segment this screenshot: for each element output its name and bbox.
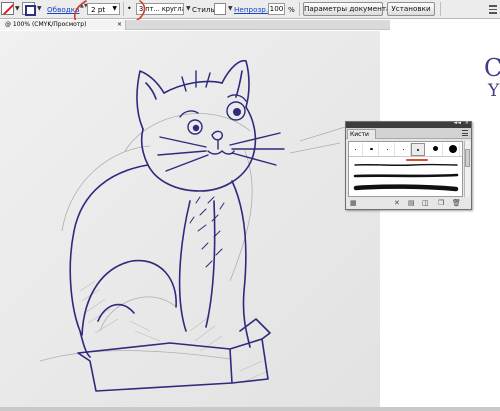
stroke-color-swatch[interactable] — [22, 2, 36, 16]
handwritten-letter: Y — [488, 81, 500, 101]
tab-brushes-label: Кисти — [350, 131, 369, 138]
preferences-button[interactable]: Установки — [387, 2, 435, 16]
brush-preset-4pt[interactable] — [397, 143, 411, 156]
brush-options-icon[interactable]: ▤ — [408, 199, 415, 207]
illustrator-window: ▼ ▼ Обводка ▲▼ 2 pt ▼ • 3 пт... круглая … — [0, 0, 500, 411]
cat-drawing — [0, 31, 380, 407]
workspace-background — [380, 31, 500, 407]
brush-presets-row — [349, 142, 462, 161]
document-tab-label: @ 100% (CMYK/Просмотр) — [5, 21, 87, 28]
brush-preset-2pt[interactable] — [365, 143, 379, 156]
brush-dropdown-arrow-icon[interactable]: ▼ — [186, 5, 191, 12]
brush-preset-6pt[interactable] — [429, 143, 443, 156]
brush-libraries-icon[interactable]: ▦ — [350, 199, 357, 207]
document-tab-bar: @ 100% (CMYK/Просмотр) × — [0, 20, 390, 30]
style-dropdown-arrow-icon[interactable]: ▼ — [228, 5, 233, 12]
stroke-options-icon[interactable]: ◫ — [422, 199, 429, 207]
panel-tab-row: Кисти — [346, 128, 471, 139]
fill-dropdown-arrow-icon[interactable]: ▼ — [15, 5, 20, 12]
stroke-dropdown-arrow-icon[interactable]: ▼ — [37, 5, 42, 12]
graphic-style-swatch[interactable] — [214, 3, 226, 15]
tab-brushes[interactable]: Кисти — [347, 129, 376, 139]
panel-footer: ▦ ✕ ▤ ◫ ❐ 🗑 — [346, 198, 471, 209]
remove-brush-stroke-icon[interactable]: ✕ — [394, 199, 400, 207]
new-brush-icon[interactable]: ❐ — [438, 199, 444, 207]
brush-preset-7pt[interactable] — [446, 143, 460, 156]
separator — [299, 2, 300, 16]
brushes-panel: ◄◄ × Кисти ▦ ✕ ▤ ◫ ❐ 🗑 — [345, 120, 472, 210]
collapse-panel-icon[interactable]: ◄◄ — [453, 120, 461, 126]
brush-preset-3pt[interactable] — [381, 143, 395, 156]
delete-brush-icon[interactable]: 🗑 — [452, 199, 461, 207]
artboard-canvas[interactable] — [0, 31, 380, 407]
scrollbar-thumb[interactable] — [465, 149, 470, 167]
separator — [440, 2, 441, 16]
panel-menu-icon[interactable] — [462, 130, 468, 138]
control-panel-menu-icon[interactable] — [489, 3, 498, 15]
brush-stroke-medium[interactable] — [353, 170, 459, 182]
brush-stroke-thick[interactable] — [353, 182, 459, 194]
brush-library — [348, 141, 463, 197]
opacity-field[interactable]: 100 — [268, 3, 285, 15]
status-bar — [0, 407, 500, 411]
panel-scrollbar[interactable] — [464, 141, 470, 197]
document-tab[interactable]: @ 100% (CMYK/Просмотр) × — [0, 20, 126, 30]
close-icon[interactable]: × — [117, 20, 122, 30]
opacity-percent: % — [288, 5, 295, 14]
handwritten-letter: C — [484, 54, 500, 82]
fill-none-swatch[interactable] — [1, 2, 14, 15]
brush-preset-1pt[interactable] — [349, 143, 363, 156]
close-icon[interactable]: × — [465, 120, 469, 126]
brush-preset-selected[interactable] — [406, 143, 428, 161]
document-setup-button[interactable]: Параметры документа — [303, 2, 390, 16]
opacity-value: 100 — [269, 4, 284, 13]
opacity-link[interactable]: Непрозр.: — [234, 5, 271, 14]
